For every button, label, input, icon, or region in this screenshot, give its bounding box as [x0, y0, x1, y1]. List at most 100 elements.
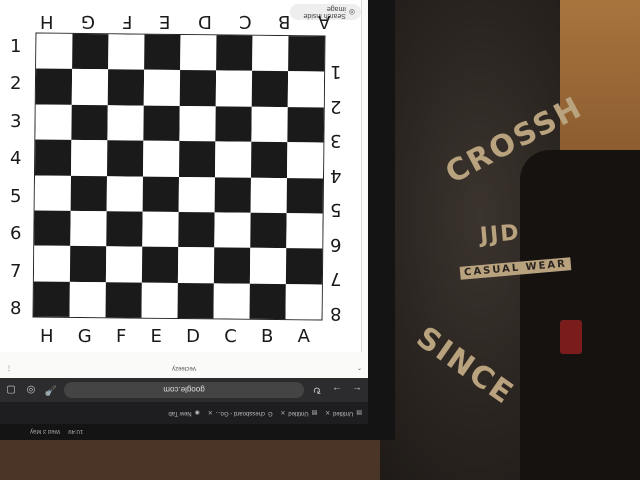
status-bar: 10:49 Wed 3 May — [0, 424, 368, 438]
tab[interactable]: ◉ New Tab — [168, 410, 200, 417]
rank-label: 4 — [330, 164, 342, 186]
file-label: F — [115, 326, 127, 347]
board-square — [143, 140, 180, 177]
file-label: F — [121, 11, 133, 32]
board-square — [106, 211, 143, 247]
mic-icon[interactable]: 🎤 — [44, 383, 58, 397]
rank-label: 8 — [330, 302, 342, 324]
file-label: A — [317, 11, 330, 32]
file-label: H — [40, 326, 54, 347]
lens-icon[interactable]: ◎ — [24, 383, 38, 397]
board-square — [141, 282, 178, 318]
rank-label: 1 — [330, 61, 342, 82]
bottom-file-labels: H G F E D C B A — [40, 328, 310, 346]
tab[interactable]: ▤ Untitled × — [325, 409, 362, 418]
rank-label: 7 — [330, 268, 342, 290]
board-square — [72, 33, 109, 70]
shirt-tag — [560, 320, 582, 354]
file-label: C — [238, 11, 252, 32]
board-square — [249, 248, 287, 284]
board-square — [179, 70, 217, 107]
board-square — [215, 70, 253, 107]
rank-label: 7 — [10, 260, 22, 282]
board-square — [215, 106, 252, 142]
board-square — [214, 141, 252, 178]
board-square — [288, 36, 325, 72]
board-square — [107, 69, 145, 106]
tab[interactable]: ▤ Untitled × — [281, 409, 318, 418]
collapse-icon[interactable]: ⌄ — [357, 365, 362, 372]
image-source[interactable]: Vecteezy — [172, 365, 196, 371]
board-square — [35, 104, 72, 140]
board-square — [141, 246, 179, 283]
more-icon[interactable]: ⋮ — [6, 365, 12, 372]
board-square — [250, 141, 288, 178]
doc-icon: ▤ — [356, 409, 362, 416]
board-square — [250, 212, 287, 249]
board-square — [36, 33, 73, 70]
back-icon[interactable]: ← — [350, 383, 364, 397]
board-square — [34, 210, 71, 247]
board-square — [71, 104, 108, 141]
board-square — [142, 176, 179, 212]
board-square — [34, 174, 72, 211]
forward-icon[interactable]: → — [330, 383, 344, 397]
file-label: G — [77, 326, 92, 347]
board-square — [108, 34, 145, 71]
close-tab-icon[interactable]: × — [325, 409, 330, 418]
board-square — [179, 105, 216, 142]
close-tab-icon[interactable]: × — [208, 409, 213, 418]
rank-label: 3 — [10, 110, 22, 132]
board-square — [69, 246, 107, 282]
file-label: B — [261, 326, 274, 347]
board-square — [214, 212, 251, 249]
board-square — [106, 175, 144, 212]
file-label: H — [40, 11, 54, 32]
status-date: Wed 3 May — [30, 428, 61, 434]
board-square — [70, 175, 108, 212]
reload-icon[interactable]: ↻ — [310, 383, 324, 397]
board-square — [177, 247, 215, 283]
board-square — [249, 283, 286, 320]
tab-title: Untitled — [332, 410, 354, 416]
tab-title: Untitled — [288, 410, 309, 416]
board-square — [287, 106, 324, 143]
file-label: D — [197, 11, 212, 32]
rank-label: 5 — [330, 199, 342, 221]
tab[interactable]: G chessboard - Go... × — [208, 409, 273, 418]
status-time: 10:49 — [68, 428, 84, 434]
image-source-row: ⋮ Vecteezy ⌄ — [6, 360, 362, 376]
board-square — [71, 69, 109, 105]
tablet-screen: ◎ Search inside image H G F E D C B A 1 … — [0, 0, 368, 378]
file-label: B — [278, 11, 291, 32]
url-text: google.com — [163, 385, 205, 395]
board-square — [286, 142, 324, 179]
board-square — [143, 70, 181, 106]
url-omnibox[interactable]: google.com — [64, 382, 304, 398]
board-square — [33, 245, 71, 282]
tab-title: chessboard - Go... — [215, 410, 265, 416]
chessboard-image[interactable]: ◎ Search inside image H G F E D C B A 1 … — [0, 0, 362, 352]
bag — [520, 150, 640, 480]
close-tab-icon[interactable]: × — [281, 409, 286, 418]
rank-label: 4 — [10, 148, 22, 170]
tablet: ◎ Search inside image H G F E D C B A 1 … — [0, 0, 395, 440]
board-square — [285, 248, 323, 285]
board-square — [216, 35, 253, 72]
right-rank-labels: 1 2 3 4 5 6 7 8 — [330, 61, 342, 324]
top-file-labels: H G F E D C B A — [40, 11, 330, 32]
board-square — [143, 105, 180, 142]
lens-icon: ◎ — [348, 8, 355, 15]
file-label: A — [297, 326, 310, 347]
rank-label: 2 — [10, 73, 22, 95]
file-label: C — [224, 326, 237, 347]
tab-title: New Tab — [168, 410, 192, 416]
tabs-icon[interactable]: ▢ — [4, 383, 18, 397]
board-square — [35, 139, 72, 176]
file-label: G — [80, 11, 95, 32]
board-square — [107, 104, 144, 141]
board-square — [252, 35, 289, 72]
rank-label: 6 — [330, 233, 342, 255]
rank-label: 3 — [330, 130, 342, 152]
chessboard-grid — [32, 32, 326, 321]
